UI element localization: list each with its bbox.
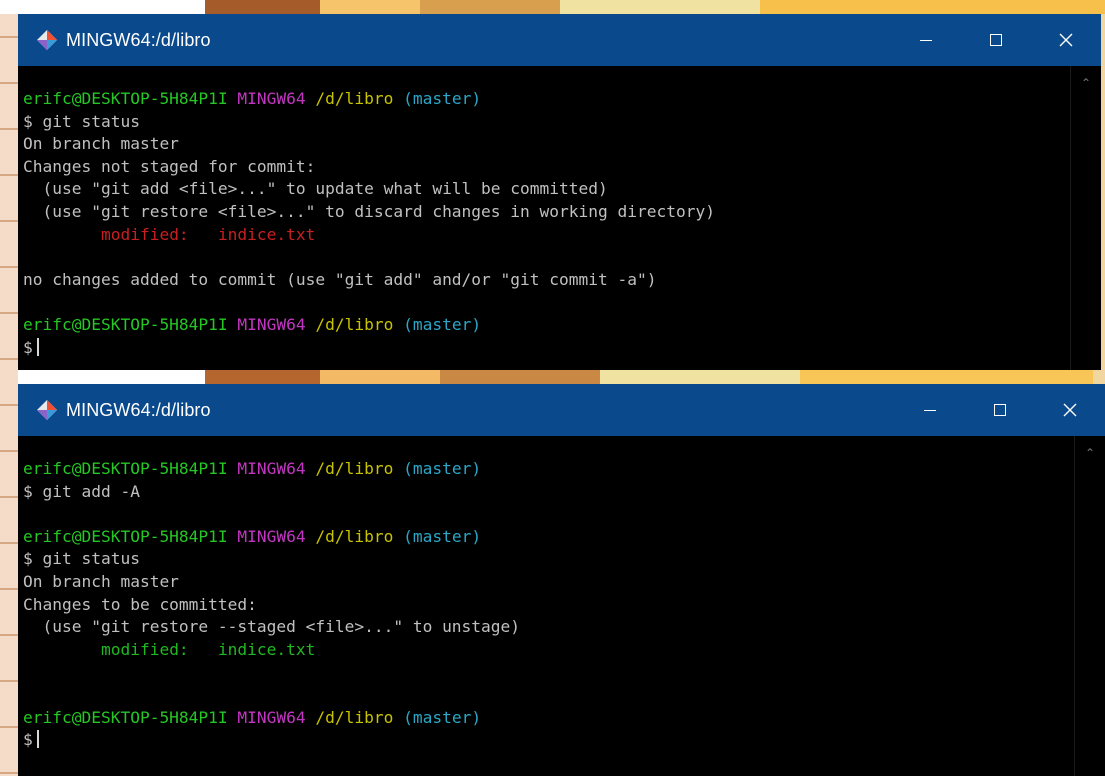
output-line: Changes to be committed: [23,594,257,614]
prompt-branch: (master) [403,314,482,334]
prompt-branch: (master) [403,89,482,108]
prompt-line: erifc@DESKTOP-5H84P1I MINGW64 /d/libro (… [23,707,1075,730]
modified-label: modified: [100,639,189,659]
prompt-host: MINGW64 [237,707,306,727]
prompt-line: erifc@DESKTOP-5H84P1I MINGW64 /d/libro (… [23,526,1075,549]
title-bar[interactable]: MINGW64:/d/libro [18,14,1101,66]
scrollbar[interactable]: ⌃ [1074,436,1105,776]
desktop-background [0,0,1105,14]
modified-file: indice.txt [217,224,316,244]
prompt-symbol: $ [23,337,33,357]
close-icon [1063,403,1077,417]
prompt-user: erifc@DESKTOP-5H84P1I [23,459,228,478]
command-line: $ git status [23,549,140,569]
prompt-host: MINGW64 [237,89,306,108]
maximize-button[interactable] [965,384,1035,436]
minimize-button[interactable] [891,14,961,66]
output-line: (use "git add <file>..." to update what … [23,179,608,199]
prompt-line: erifc@DESKTOP-5H84P1I MINGW64 /d/libro (… [23,314,1071,337]
window-title: MINGW64:/d/libro [66,400,211,420]
terminal-output[interactable]: erifc@DESKTOP-5H84P1I MINGW64 /d/libro (… [18,436,1075,776]
close-icon [1059,33,1073,47]
output-line: On branch master [23,571,179,591]
minimize-icon [920,39,932,41]
prompt-line: erifc@DESKTOP-5H84P1I MINGW64 /d/libro (… [23,458,1075,481]
close-button[interactable] [1035,384,1105,436]
close-button[interactable] [1031,14,1101,66]
prompt-host: MINGW64 [237,459,306,478]
input-line[interactable]: $ [23,729,1075,752]
text-cursor [36,730,39,749]
window-title: MINGW64:/d/libro [66,30,211,50]
minimize-icon [924,409,936,411]
maximize-button[interactable] [961,14,1031,66]
prompt-path: /d/libro [315,459,394,478]
git-bash-icon [37,30,57,50]
prompt-branch: (master) [403,707,482,727]
prompt-user: erifc@DESKTOP-5H84P1I [23,707,228,727]
input-line[interactable]: $ [23,337,1071,360]
desktop-background [0,14,18,776]
prompt-line: erifc@DESKTOP-5H84P1I MINGW64 /d/libro (… [23,88,1071,111]
output-line: (use "git restore <file>..." to discard … [23,201,715,221]
terminal-window-bottom[interactable]: MINGW64:/d/libro erifc@DESKTOP-5H84P1I M… [18,384,1105,776]
desktop-background [0,370,1105,384]
prompt-host: MINGW64 [237,314,306,334]
output-line: (use "git restore --staged <file>..." to… [23,617,521,637]
prompt-path: /d/libro [315,89,394,108]
prompt-symbol: $ [23,730,33,750]
title-bar[interactable]: MINGW64:/d/libro [18,384,1105,436]
git-bash-icon [37,400,57,420]
modified-file: indice.txt [217,639,316,659]
modified-file-line: modified: indice.txt [23,224,1071,247]
prompt-path: /d/libro [315,314,394,334]
text-cursor [36,337,39,356]
output-line: On branch master [23,134,179,154]
modified-label: modified: [100,224,189,244]
prompt-path: /d/libro [315,707,394,727]
terminal-output[interactable]: erifc@DESKTOP-5H84P1I MINGW64 /d/libro (… [18,66,1071,370]
prompt-user: erifc@DESKTOP-5H84P1I [23,89,228,108]
maximize-icon [990,34,1002,46]
minimize-button[interactable] [895,384,965,436]
modified-file-line: modified: indice.txt [23,639,1075,662]
scroll-up-arrow-icon[interactable]: ⌃ [1079,77,1093,89]
command-line: $ git status [23,111,140,131]
prompt-branch: (master) [403,526,482,546]
terminal-window-top[interactable]: MINGW64:/d/libro erifc@DESKTOP-5H84P1I M… [18,14,1101,370]
output-line: Changes not staged for commit: [23,156,316,176]
prompt-branch: (master) [403,459,482,478]
output-line: no changes added to commit (use "git add… [23,269,657,289]
prompt-user: erifc@DESKTOP-5H84P1I [23,526,228,546]
prompt-user: erifc@DESKTOP-5H84P1I [23,314,228,334]
scrollbar[interactable]: ⌃ [1070,66,1101,370]
prompt-host: MINGW64 [237,526,306,546]
prompt-path: /d/libro [315,526,394,546]
maximize-icon [994,404,1006,416]
scroll-up-arrow-icon[interactable]: ⌃ [1083,447,1097,459]
command-line: $ git add -A [23,481,140,501]
